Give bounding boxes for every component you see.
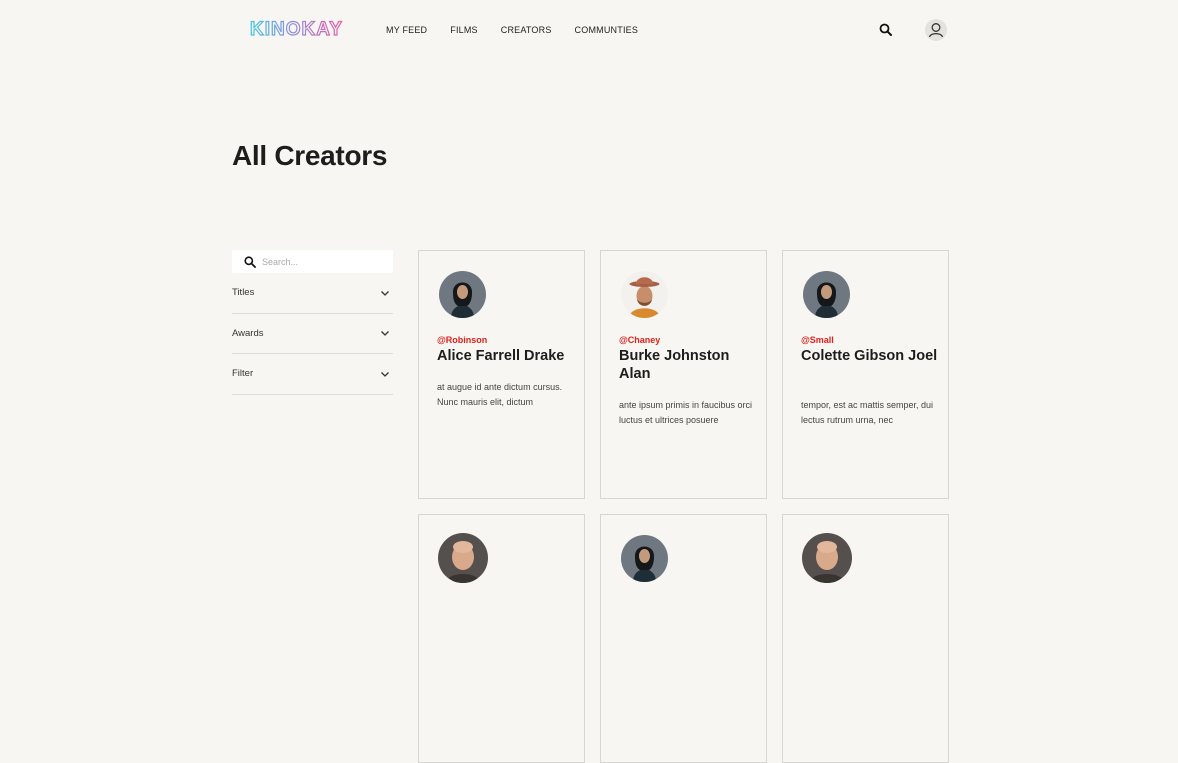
nav-my-feed[interactable]: MY FEED [386,25,427,35]
top-header: KINOKAY MY FEED FILMS CREATORS COMMUNTIE… [0,0,1178,60]
creator-card[interactable] [600,514,767,763]
creator-name[interactable]: Burke Johnston Alan [619,347,759,383]
logo-text: KINOKAY [250,19,343,40]
creator-avatar [621,271,668,318]
creator-card[interactable]: @Small Colette Gibson Joel tempor, est a… [782,250,949,499]
creator-handle[interactable]: @Chaney [619,335,660,345]
creator-card[interactable]: @Chaney Burke Johnston Alan ante ipsum p… [600,250,767,499]
user-profile-icon[interactable] [925,19,947,41]
nav-creators[interactable]: CREATORS [501,25,552,35]
creator-avatar [621,535,668,582]
creator-avatar [803,271,850,318]
creator-avatar [438,533,488,583]
creator-name[interactable]: Alice Farrell Drake [437,347,577,365]
search-input[interactable] [262,256,382,267]
creator-bio: at augue id ante dictum cursus. Nunc mau… [437,382,563,407]
creator-bio: tempor, est ac mattis semper, dui lectus… [801,400,934,425]
chevron-down-icon [381,371,389,377]
page-title: All Creators [232,140,388,171]
nav-communities[interactable]: COMMUNTIES [575,25,639,35]
chevron-down-icon [381,290,389,296]
creator-handle[interactable]: @Small [801,335,834,345]
main-nav: MY FEED FILMS CREATORS COMMUNTIES [386,25,661,35]
creator-card[interactable]: @Robinson Alice Farrell Drake at augue i… [418,250,585,499]
filter-filter[interactable]: Filter [232,354,393,395]
filter-label: Titles [232,287,255,299]
search-icon [244,255,256,268]
filter-label: Filter [232,368,254,380]
chevron-down-icon [381,331,389,337]
filter-awards[interactable]: Awards [232,314,393,354]
nav-films[interactable]: FILMS [450,25,478,35]
creator-bio: ante ipsum primis in faucibus orci luctu… [619,400,753,425]
filter-titles[interactable]: Titles [232,273,393,314]
search-icon[interactable] [876,20,896,40]
filter-label: Awards [232,327,264,339]
creator-card[interactable] [782,514,949,763]
sidebar-search[interactable] [232,250,393,273]
creator-handle[interactable]: @Robinson [437,335,487,345]
creator-name[interactable]: Colette Gibson Joel [801,347,941,365]
creator-avatar [439,271,486,318]
kinokay-logo[interactable]: KINOKAY [250,16,350,42]
creator-avatar [802,533,852,583]
filter-sidebar: Titles Awards Filter [232,250,393,395]
creator-card[interactable] [418,514,585,763]
